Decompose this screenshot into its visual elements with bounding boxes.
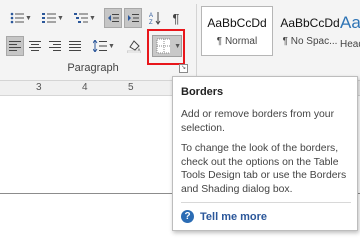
borders-button[interactable]: ▼ [152,35,182,57]
ruler-mark: 3 [36,82,42,93]
style-no-spacing[interactable]: AaBbCcDd ¶ No Spac... [274,6,346,56]
align-center-icon [29,41,41,51]
style-name: Headi [340,38,360,50]
tell-me-more-link[interactable]: ? Tell me more [181,210,267,223]
chevron-down-icon: ▼ [25,14,32,22]
numbering-icon [42,13,57,23]
style-name: ¶ Normal [216,35,258,47]
align-right-button[interactable] [46,36,64,56]
style-heading[interactable]: AaBl Headi [340,6,360,56]
chevron-down-icon: ▼ [108,42,115,50]
dialog-launcher-icon[interactable]: ↘ [179,64,188,73]
bullets-icon [10,12,25,24]
style-sample: AaBbCcDd [280,15,340,30]
chevron-down-icon: ▼ [57,14,64,22]
group-divider [196,4,197,76]
help-icon: ? [181,210,194,223]
numbering-button[interactable]: ▼ [38,8,68,28]
pilcrow-icon: ¶ [172,10,180,26]
increase-indent-icon [128,14,139,22]
tooltip-description: Add or remove borders from your selectio… [181,109,335,134]
borders-tooltip: Borders Add or remove borders from your … [172,76,358,231]
ruler-mark: 4 [82,82,88,93]
shading-icon [127,40,141,53]
svg-text:Z: Z [149,20,153,25]
align-right-icon [49,41,61,51]
tooltip-separator [181,202,351,203]
justify-button[interactable] [66,36,84,56]
tooltip-title: Borders [181,86,224,98]
ribbon: ▼ ▼ ▼ AZ ¶ ▼ ▼ Paragraph ↘ AaBbCcDd ¶ No… [0,0,360,81]
paragraph-group-label: Paragraph [67,62,119,74]
sort-button[interactable]: AZ [146,8,164,28]
sort-icon: AZ [149,12,161,25]
style-normal[interactable]: AaBbCcDd ¶ Normal [201,6,273,56]
style-sample: AaBbCcDd [207,15,267,30]
decrease-indent-button[interactable] [104,8,122,28]
line-spacing-icon [93,40,108,52]
style-name: ¶ No Spac... [282,35,338,47]
justify-icon [69,41,81,51]
multilevel-list-button[interactable]: ▼ [70,8,100,28]
svg-text:A: A [149,13,153,19]
chevron-down-icon: ▼ [89,14,96,22]
show-marks-button[interactable]: ¶ [168,8,184,28]
borders-icon [156,38,171,54]
align-left-button[interactable] [6,36,24,56]
tell-me-more-label: Tell me more [200,210,268,223]
chevron-down-icon[interactable]: ▼ [174,43,181,50]
ruler-mark: 5 [128,82,134,93]
shading-button[interactable] [124,36,144,56]
style-sample: AaBl [340,12,360,32]
multilevel-list-icon [74,13,89,23]
tooltip-details: To change the look of the borders, check… [181,143,347,195]
align-left-icon [9,41,21,51]
line-spacing-button[interactable]: ▼ [90,36,118,56]
decrease-indent-icon [108,14,119,22]
bullets-button[interactable]: ▼ [6,8,36,28]
align-center-button[interactable] [26,36,44,56]
increase-indent-button[interactable] [124,8,142,28]
